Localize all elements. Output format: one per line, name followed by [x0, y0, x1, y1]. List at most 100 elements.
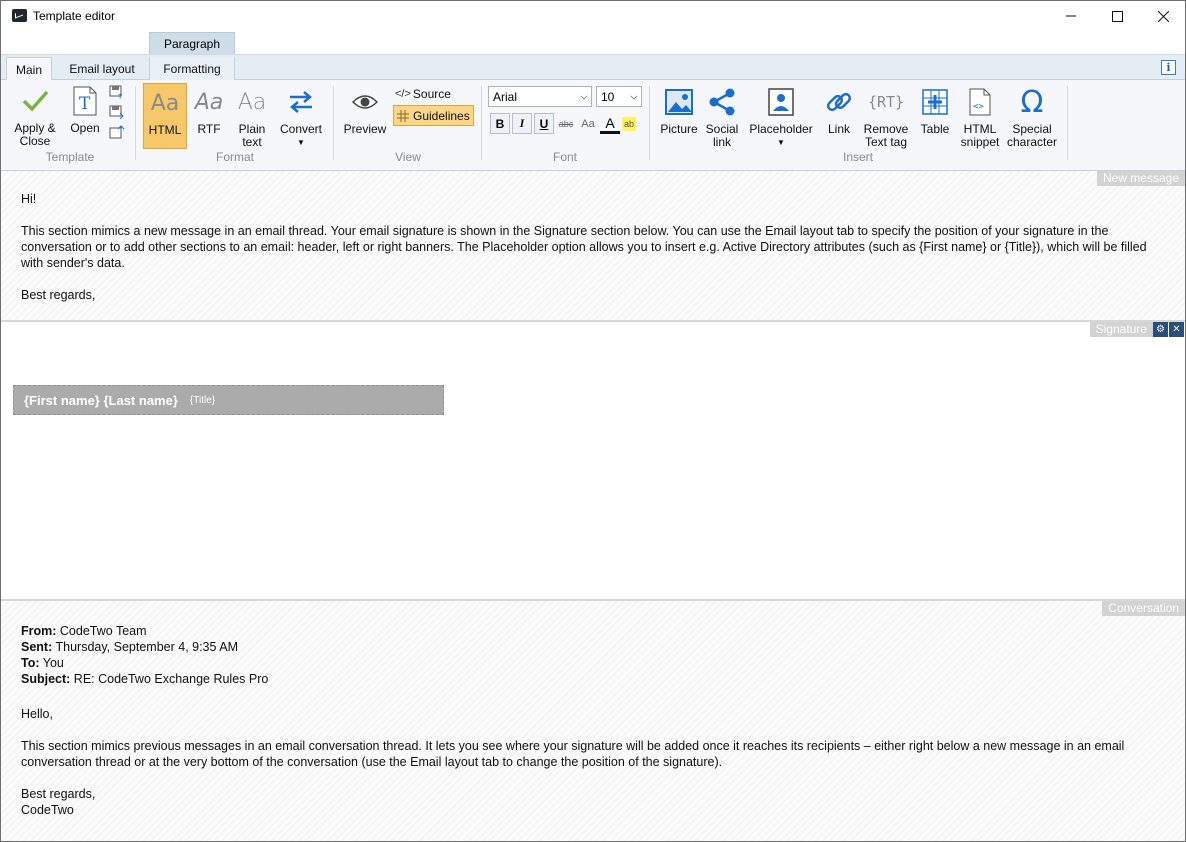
title-bar: Template editor — [1, 1, 1185, 31]
insert-placeholder-button[interactable]: Placeholder ▼ — [745, 85, 817, 149]
guidelines-toggle[interactable]: Guidelines — [393, 105, 474, 126]
insert-picture-button[interactable]: Picture — [657, 85, 701, 136]
plain-label-2: text — [242, 135, 262, 149]
conversation-sent: Sent: Thursday, September 4, 9:35 AM — [21, 639, 238, 655]
insert-group-label: Insert — [842, 150, 873, 164]
ribbon-separator — [333, 86, 334, 160]
snippet-label-2: snippet — [960, 135, 1000, 149]
placeholder-label: Placeholder — [749, 122, 813, 136]
window-title: Template editor — [33, 9, 116, 23]
preview-label: Preview — [343, 122, 387, 136]
share-icon — [705, 85, 739, 119]
insert-table-button[interactable]: Table — [915, 85, 955, 136]
save-as-button[interactable] — [109, 105, 125, 119]
conversation-subject: Subject: RE: CodeTwo Exchange Rules Pro — [21, 671, 268, 687]
insert-link-button[interactable]: Link — [819, 85, 859, 136]
guidelines-label: Guidelines — [413, 108, 470, 123]
tab-formatting[interactable]: Formatting — [149, 57, 235, 81]
change-case-button[interactable]: Aa — [578, 113, 598, 134]
ribbon-separator — [649, 86, 650, 160]
minimize-button[interactable] — [1048, 1, 1094, 31]
tab-main[interactable]: Main — [6, 57, 52, 82]
open-template-icon: T — [68, 84, 102, 118]
remove-label-2: Text tag — [864, 135, 908, 149]
insert-social-link-button[interactable]: Social link — [703, 85, 741, 149]
close-icon: ✕ — [1172, 324, 1181, 335]
html-format-button[interactable]: Aa HTML — [143, 83, 187, 149]
export-icon — [109, 125, 125, 139]
placeholder-dropdown-arrow: ▼ — [777, 138, 785, 147]
html-label: HTML — [148, 123, 182, 137]
font-family-select[interactable]: Arial — [488, 86, 592, 107]
paragraph-context-tab[interactable]: Paragraph — [149, 32, 235, 54]
omega-icon: Ω — [1020, 84, 1044, 120]
picture-label: Picture — [660, 122, 698, 136]
rtf-label: RTF — [197, 122, 221, 136]
font-size-select[interactable]: 10 — [596, 86, 642, 107]
preview-button[interactable]: Preview — [341, 85, 389, 136]
minimize-icon — [1066, 15, 1076, 17]
plain-text-format-button[interactable]: Aa Plain text — [232, 85, 272, 149]
open-button[interactable]: T Open — [65, 84, 105, 135]
template-group-label: Template — [45, 150, 95, 164]
conversation-closing: Best regards, — [21, 787, 96, 801]
social-label-2: link — [712, 135, 731, 149]
convert-button[interactable]: Convert ▼ — [275, 85, 327, 149]
conversation-label: Conversation — [1102, 601, 1185, 616]
convert-label: Convert — [279, 122, 323, 136]
tab-email-layout[interactable]: Email layout — [59, 57, 145, 81]
new-message-section[interactable]: New message Hi! This section mimics a ne… — [1, 171, 1185, 320]
signature-block[interactable]: {First name} {Last name} {Title} — [13, 385, 444, 415]
from-label: From: — [21, 624, 57, 638]
signature-title-placeholder: {Title} — [189, 394, 216, 406]
info-icon[interactable]: i — [1161, 60, 1176, 75]
table-label: Table — [920, 122, 950, 136]
maximize-button[interactable] — [1094, 1, 1140, 31]
subject-label: Subject: — [21, 672, 71, 686]
ribbon-tab-row: Main Email layout Formatting i — [1, 54, 1185, 82]
insert-html-snippet-button[interactable]: <> HTML snippet — [957, 85, 1003, 149]
convert-dropdown-arrow: ▼ — [297, 138, 305, 147]
gear-icon: ⚙ — [1156, 324, 1165, 335]
svg-text:T: T — [118, 94, 123, 99]
link-label: Link — [827, 122, 850, 136]
save-template-button[interactable]: T — [109, 85, 125, 99]
source-button[interactable]: </> Source — [395, 85, 451, 103]
new-message-closing: Best regards, — [21, 288, 96, 302]
close-window-button[interactable] — [1140, 1, 1185, 31]
template-editor-window: Template editor Paragraph Main Email lay… — [0, 0, 1186, 842]
signature-settings-button[interactable]: ⚙ — [1153, 322, 1168, 337]
remove-text-tag-button[interactable]: {RT} Remove Text tag — [861, 85, 911, 149]
bold-button[interactable]: B — [490, 113, 510, 134]
font-size-value: 10 — [601, 89, 615, 104]
apply-close-button[interactable]: Apply & Close — [9, 84, 61, 148]
remove-tag-icon: {RT} — [867, 92, 905, 111]
eye-icon — [348, 85, 382, 119]
signature-remove-button[interactable]: ✕ — [1169, 322, 1184, 337]
to-label: To: — [21, 656, 40, 670]
source-label: Source — [412, 87, 451, 101]
rtf-format-button[interactable]: Aa RTF — [189, 85, 229, 136]
sent-value: Thursday, September 4, 9:35 AM — [52, 640, 238, 654]
picture-icon — [662, 85, 696, 119]
view-group-label: View — [395, 150, 421, 164]
conversation-section[interactable]: Conversation From: CodeTwo Team Sent: Th… — [1, 601, 1185, 841]
signature-name-placeholder: {First name} {Last name} — [24, 392, 178, 408]
font-color-button[interactable]: A — [600, 115, 620, 134]
plain-text-format-icon: Aa — [237, 89, 267, 115]
insert-special-character-button[interactable]: Ω Special character — [1005, 85, 1059, 149]
strikethrough-button[interactable]: abc — [556, 113, 576, 134]
export-button[interactable] — [109, 125, 125, 139]
highlight-button[interactable]: ab — [622, 117, 636, 131]
ribbon: Apply & Close T Open T Template Aa HTML … — [1, 80, 1185, 171]
chevron-down-icon — [630, 92, 638, 100]
signature-section[interactable]: Signature ⚙ ✕ {First name} {Last name} {… — [1, 322, 1185, 599]
link-icon — [822, 85, 856, 119]
new-message-paragraph: This section mimics a new message in an … — [21, 224, 1147, 270]
underline-button[interactable]: U — [534, 113, 554, 134]
app-icon — [12, 9, 27, 22]
ribbon-separator — [1067, 86, 1068, 160]
italic-button[interactable]: I — [512, 113, 532, 134]
conversation-paragraph: This section mimics previous messages in… — [21, 739, 1125, 769]
from-value: CodeTwo Team — [56, 624, 147, 638]
